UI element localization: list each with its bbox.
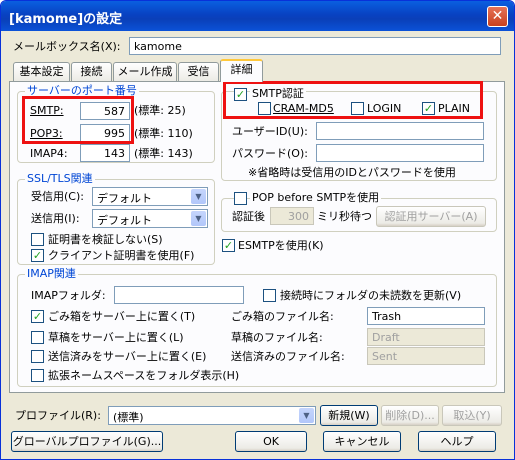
profile-value: (標準) [113,411,144,424]
ssl-recv-dropdown[interactable]: デフォルト ▼ [92,187,208,206]
update-unread-label: 接続時にフォルダの未読数を更新(V) [280,289,462,302]
mailbox-name-label: メールボックス名(X): [13,40,121,53]
smtp-auth-label: SMTP認証 [250,87,306,101]
chevron-down-icon: ▼ [191,211,206,226]
imap4-port-input[interactable]: 143 [80,144,130,162]
window-title: [kamome]の設定 [9,12,123,27]
update-unread-checkbox[interactable] [263,289,276,302]
auth-note: ※省略時は受信用のIDとパスワードを使用 [248,166,456,179]
trash-name-input[interactable]: Trash [367,307,485,325]
pop-wait-suffix: ミリ秒待つ [317,210,372,223]
ssl-send-value: デフォルト [97,214,152,227]
userid-input[interactable] [316,122,484,140]
sent-on-server-label: 送信済みをサーバー上に置く(E) [48,350,207,363]
userid-label: ユーザーID(U): [232,125,308,138]
imap4-port-default: (標準: 143) [134,147,193,160]
tab-receive[interactable]: 受信 [178,62,219,81]
auth-server-button[interactable]: 認証用サーバー(A) [376,206,486,227]
draft-on-server-label: 草稿をサーバー上に置く(L) [48,331,184,344]
client-cert-checkbox[interactable]: ✓ [31,249,44,262]
chevron-down-icon: ▼ [191,189,206,204]
ssl-send-dropdown[interactable]: デフォルト ▼ [92,209,208,228]
profile-dropdown[interactable]: (標準) ▼ [108,406,316,425]
mailbox-name-input[interactable]: kamome [129,37,501,55]
highlight-ports [22,96,134,144]
client-cert-label: クライアント証明書を使用(F) [48,249,195,262]
verify-cert-checkbox[interactable] [31,233,44,246]
tab-compose[interactable]: メール作成 [113,62,177,81]
global-profile-button[interactable]: グローバルプロファイル(G)... [11,431,163,452]
trash-name-label: ごみ箱のファイル名: [231,310,334,323]
trash-on-server-label: ごみ箱をサーバー上に置く(T) [48,310,196,323]
pop3-port-default: (標準: 110) [134,127,193,140]
profile-label: プロファイル(R): [15,409,101,422]
new-profile-button[interactable]: 新規(W) [320,405,378,426]
esmtp-checkbox[interactable]: ✓ [222,239,235,252]
verify-cert-label: 証明書を検証しない(S) [48,233,163,246]
pop-before-checkbox[interactable] [234,192,247,205]
trash-on-server-checkbox[interactable]: ✓ [31,310,44,323]
ssl-group-title: SSL/TLS関連 [25,172,95,185]
imap-folder-input[interactable] [114,286,244,304]
ext-namespace-checkbox[interactable] [31,369,44,382]
pop-wait-prefix: 認証後 [232,210,265,223]
draft-on-server-checkbox[interactable] [31,331,44,344]
sent-name-input[interactable]: Sent [367,347,485,365]
smtp-auth-checkbox[interactable]: ✓ [234,88,247,101]
pop-before-label: POP before SMTPを使用 [250,191,382,205]
draft-name-input[interactable]: Draft [367,328,485,346]
password-input[interactable] [316,144,484,162]
tab-basic[interactable]: 基本設定 [13,62,70,81]
tab-advanced[interactable]: 詳細 [220,59,263,82]
tab-connection[interactable]: 接続 [71,62,112,81]
draft-name-label: 草稿のファイル名: [231,331,323,344]
password-label: パスワード(O): [232,147,308,160]
title-bar: [kamome]の設定 ✕ [1,1,514,31]
ssl-recv-value: デフォルト [97,192,152,205]
sent-on-server-checkbox[interactable] [31,350,44,363]
cancel-button[interactable]: キャンセル [323,431,401,452]
sent-name-label: 送信済みのファイル名: [231,350,345,363]
imap-group-title: IMAP関連 [25,267,78,280]
pop-wait-input[interactable]: 300 [270,207,314,225]
settings-dialog: [kamome]の設定 ✕ メールボックス名(X): kamome 基本設定 接… [0,0,515,460]
ok-button[interactable]: OK [235,431,307,452]
imap-folder-label: IMAPフォルダ: [31,289,106,302]
imap4-port-label: IMAP4: [30,147,68,160]
import-profile-button[interactable]: 取込(Y) [442,405,502,426]
ext-namespace-label: 拡張ネームスペースをフォルダ表示(H) [48,369,240,382]
help-button[interactable]: ヘルプ [418,431,496,452]
ssl-recv-label: 受信用(C): [31,190,84,203]
delete-profile-button[interactable]: 削除(D)... [381,405,439,426]
esmtp-label: ESMTPを使用(K) [238,239,324,252]
chevron-down-icon: ▼ [299,408,314,423]
ssl-send-label: 送信用(I): [31,212,80,225]
close-button[interactable]: ✕ [487,6,508,27]
smtp-port-default: (標準: 25) [134,104,186,117]
